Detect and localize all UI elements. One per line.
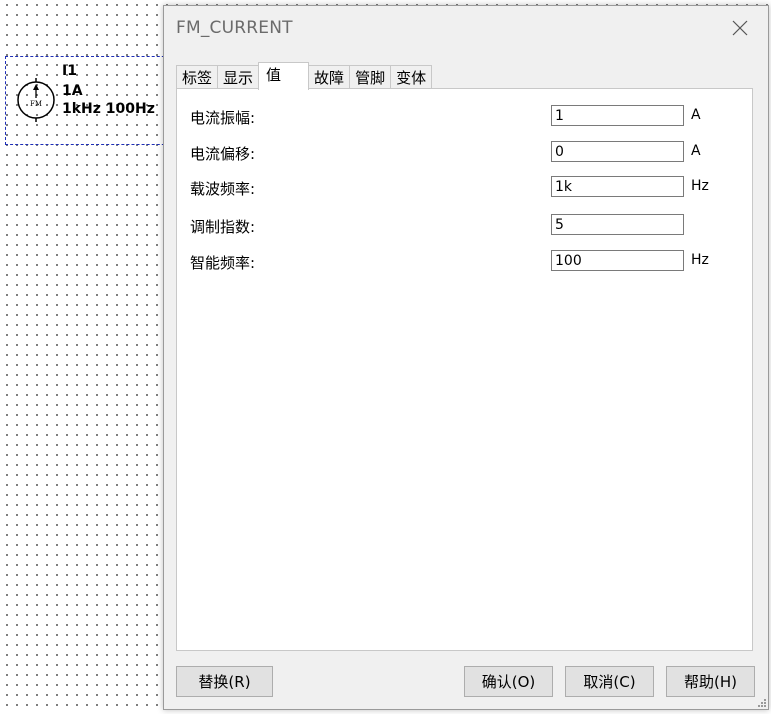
resize-grip-icon[interactable] (756, 697, 766, 707)
component-frequencies: 1kHz 100Hz (62, 101, 155, 117)
tab-strip: 标签 显示 值 故障 管脚 变体 (176, 62, 433, 90)
carrier-frequency-label: 载波频率: (190, 180, 256, 198)
close-icon (732, 20, 748, 36)
tab-display[interactable]: 显示 (217, 65, 260, 89)
tab-variant[interactable]: 变体 (390, 65, 433, 89)
component-ref: I1 (62, 63, 77, 79)
intelligence-frequency-label: 智能频率: (190, 254, 256, 272)
tab-fault[interactable]: 故障 (308, 65, 351, 89)
field-row-intelligence-frequency: 智能频率: Hz (177, 250, 752, 274)
modulation-index-label: 调制指数: (190, 218, 256, 236)
properties-dialog: FM_CURRENT 标签 显示 值 故障 管脚 变体 电流振幅: A 电流偏移… (163, 5, 769, 710)
intelligence-frequency-input[interactable] (551, 250, 684, 271)
fm-symbol-label: FM (30, 100, 42, 108)
field-row-modulation-index: 调制指数: (177, 214, 752, 238)
tab-pins[interactable]: 管脚 (349, 65, 392, 89)
dialog-title: FM_CURRENT (176, 18, 293, 38)
ok-button[interactable]: 确认(O) (464, 666, 553, 697)
carrier-frequency-unit: Hz (691, 178, 709, 194)
fm-current-source-symbol[interactable]: FM (14, 78, 58, 122)
field-row-carrier-frequency: 载波频率: Hz (177, 176, 752, 200)
tab-value[interactable]: 值 (258, 62, 310, 90)
modulation-index-input[interactable] (551, 214, 684, 235)
current-offset-unit: A (691, 143, 701, 159)
close-button[interactable] (720, 12, 760, 44)
value-tab-panel: 电流振幅: A 电流偏移: A 载波频率: Hz 调制指数: 智能频率: Hz (176, 88, 753, 651)
current-offset-input[interactable] (551, 141, 684, 162)
field-row-current-amplitude: 电流振幅: A (177, 105, 752, 129)
help-button[interactable]: 帮助(H) (666, 666, 755, 697)
replace-button[interactable]: 替换(R) (176, 666, 273, 697)
cancel-button[interactable]: 取消(C) (565, 666, 654, 697)
tab-label[interactable]: 标签 (176, 65, 219, 89)
current-offset-label: 电流偏移: (190, 145, 256, 163)
dialog-titlebar[interactable]: FM_CURRENT (164, 6, 768, 50)
carrier-frequency-input[interactable] (551, 176, 684, 197)
intelligence-frequency-unit: Hz (691, 252, 709, 268)
field-row-current-offset: 电流偏移: A (177, 141, 752, 165)
current-amplitude-unit: A (691, 107, 701, 123)
current-amplitude-label: 电流振幅: (190, 109, 256, 127)
current-amplitude-input[interactable] (551, 105, 684, 126)
component-amplitude: 1A (62, 83, 83, 99)
